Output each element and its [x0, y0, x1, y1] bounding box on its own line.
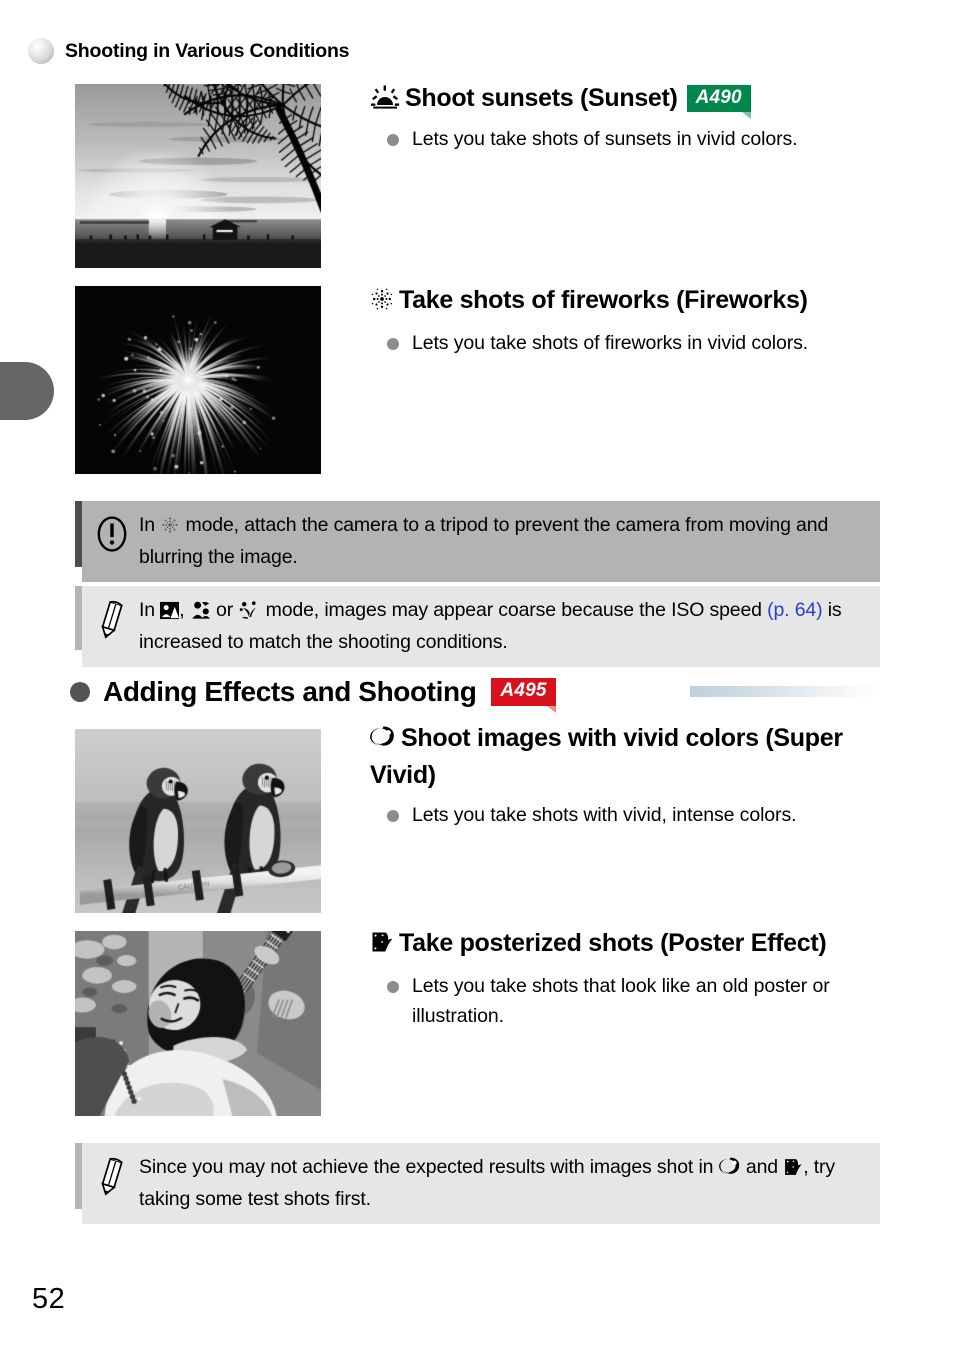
bullet-dot-icon	[387, 981, 399, 993]
chapter-thumb-tab	[0, 362, 54, 420]
sphere-bullet-icon	[28, 38, 54, 64]
entry-fireworks: Take shots of fireworks (Fireworks) Lets…	[370, 283, 880, 359]
entry-sunset-title: Shoot sunsets (Sunset)	[405, 84, 678, 112]
note-test-shots-tip: Since you may not achieve the expected r…	[75, 1143, 880, 1209]
list-item-text: Lets you take shots of sunsets in vivid …	[412, 128, 798, 150]
bullet-dot-icon	[387, 338, 399, 350]
section-heading-adding-effects: Adding Effects and Shooting A495	[70, 676, 556, 708]
note-rail	[75, 501, 82, 567]
list-item: Lets you take shots with vivid, intense …	[412, 801, 880, 831]
entry-poster-effect-title: Take posterized shots (Poster Effect)	[399, 929, 826, 957]
entry-fireworks-title: Take shots of fireworks (Fireworks)	[399, 286, 808, 314]
note-text-start: Since you may not achieve the expected r…	[139, 1156, 719, 1178]
foliage-icon	[238, 600, 260, 629]
note-text-before: In	[139, 514, 160, 536]
note-text-middle: mode, images may appear coarse because t…	[260, 599, 767, 621]
entry-super-vivid-heading: Shoot images with vivid colors (Super Vi…	[370, 721, 880, 792]
note-text-after: mode, attach the camera to a tripod to p…	[139, 514, 828, 568]
list-item-text: Lets you take shots with vivid, intense …	[412, 804, 796, 826]
pencil-icon	[95, 597, 139, 646]
entry-sunset-heading: Shoot sunsets (Sunset) A490	[370, 78, 880, 118]
page-header-title: Shooting in Various Conditions	[65, 40, 349, 63]
entry-sunset: Shoot sunsets (Sunset) A490 Lets you take…	[370, 78, 880, 155]
note-sep-1: or	[211, 599, 239, 621]
page-ref-badge-a490-label: A490	[687, 85, 751, 112]
page-running-header: Shooting in Various Conditions	[28, 38, 349, 64]
note-text-middle: and	[741, 1156, 784, 1178]
pencil-icon	[95, 1154, 139, 1203]
entry-fireworks-bullets: Lets you take shots of fireworks in vivi…	[370, 329, 880, 359]
list-item: Lets you take shots that look like an ol…	[412, 972, 880, 1032]
note-test-shots-tip-text: Since you may not achieve the expected r…	[139, 1154, 866, 1213]
bullet-dot-icon	[387, 134, 399, 146]
portrait-icon	[160, 601, 179, 629]
kids-and-pets-icon	[190, 600, 211, 629]
super-vivid-icon	[370, 724, 396, 758]
list-item: Lets you take shots of fireworks in vivi…	[412, 329, 880, 359]
entry-fireworks-heading: Take shots of fireworks (Fireworks)	[370, 283, 880, 320]
fireworks-icon	[160, 515, 180, 544]
entry-sunset-bullets: Lets you take shots of sunsets in vivid …	[370, 125, 880, 155]
list-item-text: Lets you take shots of fireworks in vivi…	[412, 332, 808, 354]
fireworks-icon	[370, 286, 394, 320]
note-iso-tip-text: In , or mode, images may appear coarse b…	[139, 597, 866, 656]
page-ref-badge-a495-label: A495	[491, 678, 555, 705]
list-item-text: Lets you take shots that look like an ol…	[412, 975, 830, 1027]
macaw-parrots-photo	[75, 729, 321, 913]
page-number: 52	[32, 1283, 65, 1316]
note-rail	[75, 1143, 82, 1209]
posterized-portrait-photo	[75, 931, 321, 1116]
sunset-icon	[370, 84, 400, 118]
note-sep-0: ,	[179, 599, 190, 621]
note-tripod-caution: In mode, attach the camera to a tripod t…	[75, 501, 880, 567]
super-vivid-icon	[719, 1156, 741, 1186]
poster-effect-icon	[370, 929, 394, 963]
section-heading-title: Adding Effects and Shooting	[103, 676, 476, 708]
poster-effect-icon	[783, 1157, 803, 1186]
note-rail	[75, 586, 82, 650]
page-ref-badge-a495[interactable]: A495	[491, 678, 555, 705]
page-ref-badge-a490[interactable]: A490	[687, 78, 751, 112]
note-text-start: In	[139, 599, 160, 621]
note-iso-tip: In , or mode, images may appear coarse b…	[75, 586, 880, 650]
fireworks-burst-photo	[75, 286, 321, 474]
bullet-dot-icon	[387, 810, 399, 822]
entry-super-vivid: Shoot images with vivid colors (Super Vi…	[370, 721, 880, 831]
filled-circle-bullet-icon	[70, 682, 90, 702]
entry-super-vivid-title: Shoot images with vivid colors (Super Vi…	[370, 724, 843, 789]
section-heading-rule	[690, 686, 880, 697]
entry-super-vivid-bullets: Lets you take shots with vivid, intense …	[370, 801, 880, 831]
note-tripod-caution-text: In mode, attach the camera to a tripod t…	[139, 512, 866, 571]
page-reference-link[interactable]: (p. 64)	[767, 599, 822, 621]
sunset-beach-photo	[75, 84, 321, 268]
entry-poster-effect-heading: Take posterized shots (Poster Effect)	[370, 926, 880, 963]
exclamation-circle-icon	[95, 512, 139, 559]
entry-poster-effect: Take posterized shots (Poster Effect) Le…	[370, 926, 880, 1032]
list-item: Lets you take shots of sunsets in vivid …	[412, 125, 880, 155]
entry-poster-effect-bullets: Lets you take shots that look like an ol…	[370, 972, 880, 1032]
